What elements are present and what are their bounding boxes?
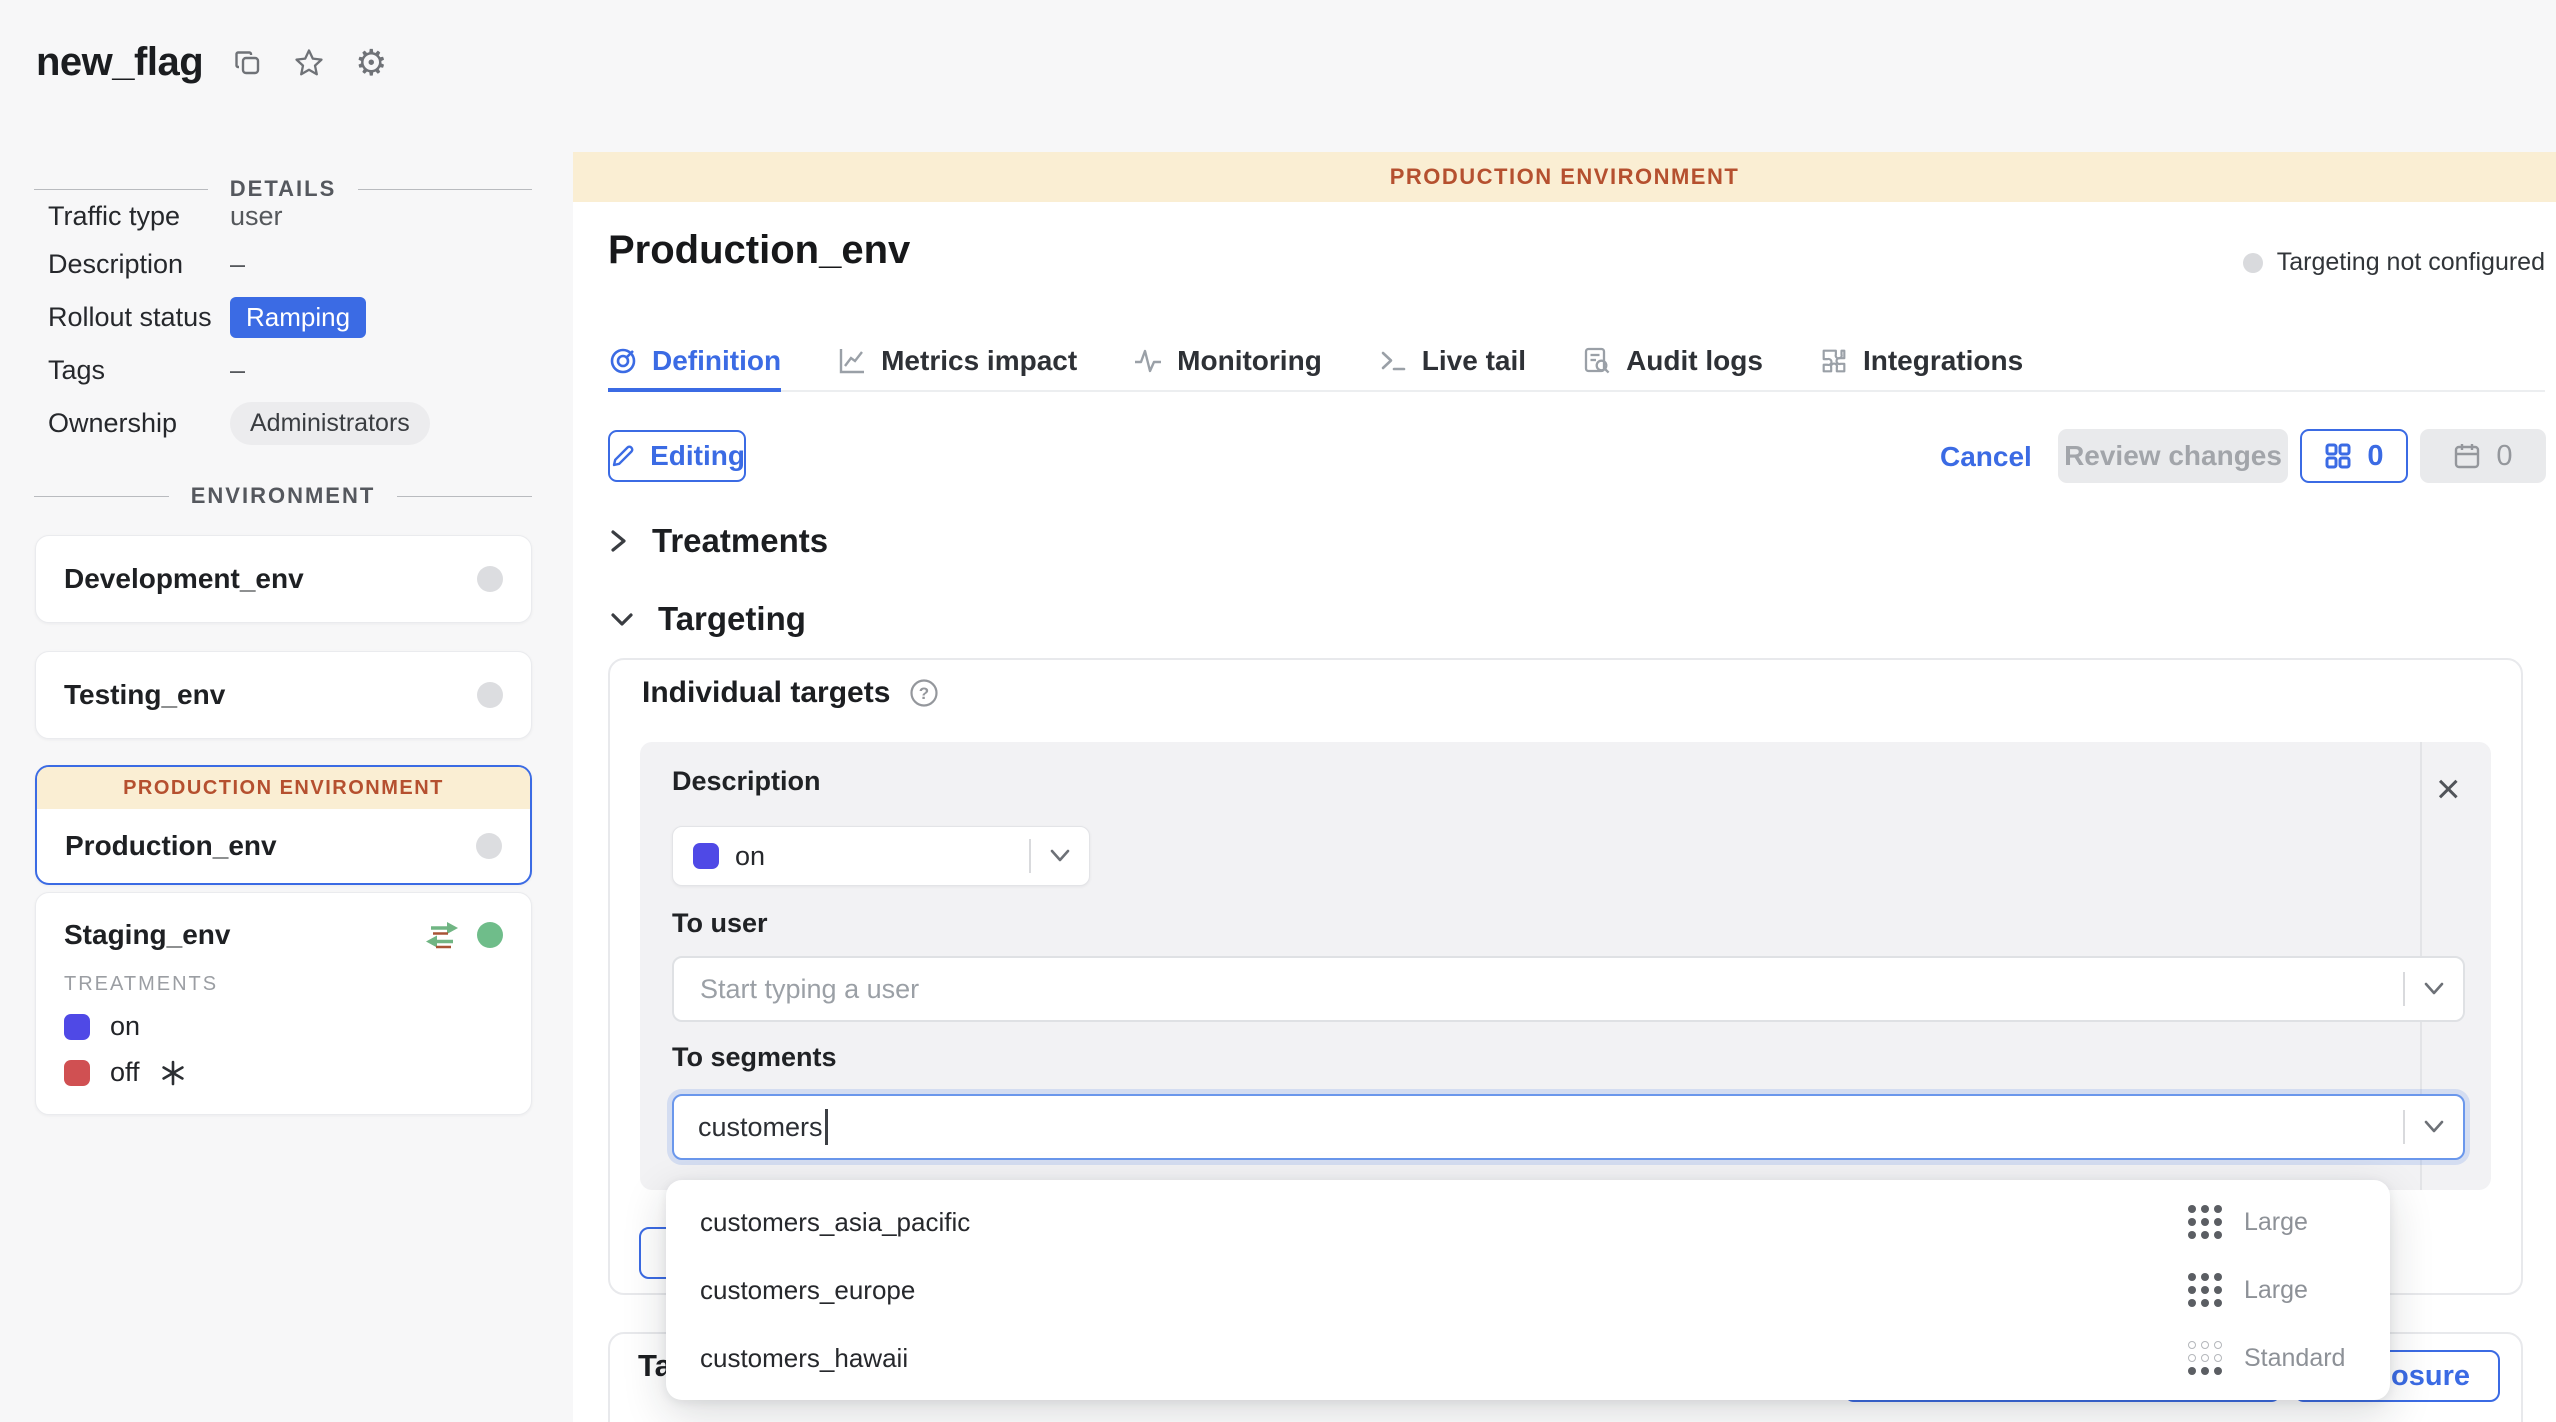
ownership-chip[interactable]: Administrators [230, 402, 430, 445]
segment-size-large-icon [2188, 1273, 2222, 1307]
treatment-row-off: off [64, 1057, 503, 1088]
editing-button[interactable]: Editing [608, 430, 746, 482]
detail-row-description: Description – [48, 246, 518, 282]
tab-bar: Definition Metrics impact Monitoring [608, 336, 2023, 392]
to-user-input-wrap [672, 956, 2465, 1022]
production-environment-banner: PRODUCTION ENVIRONMENT [573, 152, 2556, 202]
status-dot [2243, 253, 2263, 273]
audit-log-icon [1582, 346, 1612, 376]
to-segments-input[interactable]: customers [672, 1094, 2465, 1160]
rollout-status-badge: Ramping [230, 297, 366, 338]
detail-row-rollout-status: Rollout status Ramping [48, 294, 518, 340]
treatment-select-value: on [735, 841, 765, 872]
flag-header: new_flag ⚙ [36, 40, 387, 85]
env-status-dot [477, 566, 503, 592]
flag-name: new_flag [36, 40, 203, 85]
review-changes-button[interactable]: Review changes [2058, 429, 2288, 483]
flag-page: new_flag ⚙ DETAILS Traffic type user Des… [0, 0, 2556, 1422]
chevron-right-icon [608, 526, 630, 556]
copy-icon[interactable] [233, 48, 263, 78]
chevron-down-icon[interactable] [2405, 1120, 2463, 1134]
detail-row-tags: Tags – [48, 352, 518, 388]
chart-icon [837, 346, 867, 376]
environment-heading: ENVIRONMENT [191, 483, 376, 509]
segment-option[interactable]: customers_asia_pacific Large [666, 1188, 2390, 1256]
tab-live-tail[interactable]: Live tail [1378, 336, 1526, 392]
star-icon[interactable] [293, 47, 325, 79]
target-icon [608, 346, 638, 376]
treatment-row-on: on [64, 1011, 503, 1042]
detail-row-traffic-type: Traffic type user [48, 198, 518, 234]
cancel-button[interactable]: Cancel [1940, 441, 2032, 473]
treatment-off-swatch [64, 1060, 90, 1086]
remove-target-icon[interactable]: × [2436, 768, 2461, 810]
text-caret [825, 1109, 828, 1145]
chevron-down-icon [608, 607, 636, 631]
grid-icon [2324, 442, 2352, 470]
tab-definition[interactable]: Definition [608, 336, 781, 392]
help-icon[interactable]: ? [908, 677, 940, 709]
treatment-on-swatch [64, 1014, 90, 1040]
pencil-icon [609, 442, 637, 470]
page-title: Production_env [608, 228, 910, 273]
segment-size-standard-icon [2188, 1341, 2222, 1375]
segment-option[interactable]: customers_hawaii Standard [666, 1324, 2390, 1392]
changes-count-button[interactable]: 0 [2300, 429, 2408, 483]
flag-details: Traffic type user Description – Rollout … [48, 198, 518, 458]
treatments-section-header[interactable]: Treatments [608, 522, 828, 560]
segments-dropdown: customers_asia_pacific Large customers_e… [666, 1180, 2390, 1400]
env-card-development[interactable]: Development_env [35, 535, 532, 623]
calendar-icon [2453, 442, 2481, 470]
status-text: Targeting not configured [2277, 248, 2545, 277]
treatments-heading: TREATMENTS [64, 973, 503, 996]
tab-monitoring[interactable]: Monitoring [1133, 336, 1322, 392]
tab-audit-logs[interactable]: Audit logs [1582, 336, 1763, 392]
tab-metrics-impact[interactable]: Metrics impact [837, 336, 1077, 392]
description-label: Description [672, 766, 821, 797]
treatment-on-swatch [693, 843, 719, 869]
env-card-production[interactable]: PRODUCTION ENVIRONMENT Production_env [35, 765, 532, 885]
puzzle-icon [1819, 346, 1849, 376]
terminal-icon [1378, 346, 1408, 376]
svg-text:?: ? [919, 684, 929, 703]
tab-integrations[interactable]: Integrations [1819, 336, 2023, 392]
to-user-label: To user [672, 908, 768, 939]
individual-targets-header: Individual targets ? [642, 676, 940, 710]
env-status-dot [477, 682, 503, 708]
schedule-count-button[interactable]: 0 [2420, 429, 2546, 483]
production-environment-label: PRODUCTION ENVIRONMENT [37, 767, 530, 809]
env-status-dot [476, 833, 502, 859]
targeting-section-header[interactable]: Targeting [608, 600, 806, 638]
to-user-input[interactable] [698, 973, 2403, 1006]
to-segments-value: customers [698, 1112, 823, 1143]
to-segments-label: To segments [672, 1042, 837, 1073]
segment-option[interactable]: customers_europe Large [666, 1256, 2390, 1324]
default-treatment-asterisk-icon [160, 1060, 186, 1086]
pulse-icon [1133, 346, 1163, 376]
chevron-down-icon[interactable] [2405, 982, 2463, 996]
env-card-staging[interactable]: Staging_env TREATMENTS on [35, 892, 532, 1115]
env-active-dot [477, 922, 503, 948]
segment-size-large-icon [2188, 1205, 2222, 1239]
targeting-status: Targeting not configured [2243, 248, 2545, 277]
chevron-down-icon[interactable] [1031, 849, 1089, 863]
environment-section-divider: ENVIRONMENT [34, 483, 532, 509]
env-card-testing[interactable]: Testing_env [35, 651, 532, 739]
detail-row-ownership: Ownership Administrators [48, 400, 518, 446]
sync-arrows-icon [423, 920, 461, 950]
treatment-select[interactable]: on [672, 826, 1090, 886]
gear-icon[interactable]: ⚙ [355, 45, 387, 81]
